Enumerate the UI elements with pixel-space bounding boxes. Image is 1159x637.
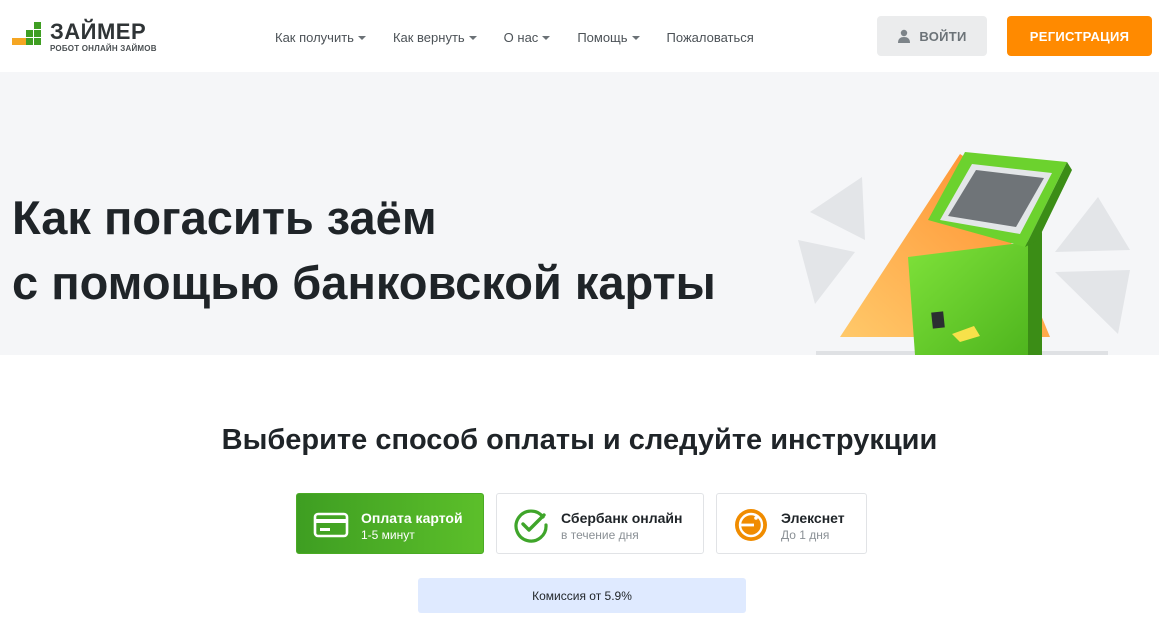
page-title-line-2: с помощью банковской карты [12,256,716,309]
chevron-down-icon [542,35,551,40]
payment-method-sberbank[interactable]: Сбербанк онлайн в течение дня [496,493,704,554]
logo[interactable]: ЗАЙМЕР РОБОТ ОНЛАЙН ЗАЙМОВ [12,20,172,56]
card-slot [931,311,945,329]
nav-item-how-to-get[interactable]: Как получить [275,28,366,46]
payment-method-elecsnet[interactable]: Элекснет До 1 дня [716,493,867,554]
login-button[interactable]: ВОЙТИ [877,16,987,56]
logo-tagline: РОБОТ ОНЛАЙН ЗАЙМОВ [50,44,157,53]
page-title: Как погасить заём с помощью банковской к… [12,185,716,315]
payment-method-title: Сбербанк онлайн [561,510,683,526]
section-heading: Выберите способ оплаты и следуйте инстру… [221,424,938,456]
nav-item-label: О нас [503,29,539,45]
payment-method-card[interactable]: Оплата картой 1-5 минут [296,493,484,554]
decor-triangle-left-bottom [798,240,855,304]
nav-item-label: Помощь [577,29,628,45]
site-header: ЗАЙМЕР РОБОТ ОНЛАЙН ЗАЙМОВ Как получить … [0,0,1159,72]
payment-method-subtitle: в течение дня [561,528,639,542]
chevron-down-icon [468,35,477,40]
register-button[interactable]: РЕГИСТРАЦИЯ [1007,16,1152,56]
payment-method-title: Оплата картой [361,510,463,526]
logo-name: ЗАЙМЕР [50,19,147,44]
commission-note: Комиссия от 5.9% [418,578,746,613]
hero-banner: Как погасить заём с помощью банковской к… [0,72,1159,355]
nav-item-about[interactable]: О нас [504,28,551,46]
decor-triangle-right-bottom [1055,270,1130,334]
chevron-down-icon [357,35,366,40]
sberbank-check-icon [514,509,548,543]
nav-item-label: Как получить [275,29,354,45]
payment-terminal-illustration [798,152,1130,355]
login-button-label: ВОЙТИ [919,28,967,44]
nav-item-help[interactable]: Помощь [577,28,640,46]
terminal-side [1028,232,1042,355]
nav-item-how-to-return[interactable]: Как вернуть [393,28,477,46]
payment-method-subtitle: До 1 дня [781,528,830,542]
main-nav: Как получить Как вернуть О нас Помощь По… [275,28,781,46]
chevron-down-icon [631,35,640,40]
elecsnet-icon [735,509,767,541]
payment-method-title: Элекснет [781,510,845,526]
commission-text: Комиссия от 5.9% [532,588,632,603]
page-title-line-1: Как погасить заём [12,191,437,244]
user-icon [898,29,911,43]
decor-triangle-left-top [810,177,865,240]
card-icon [313,512,349,538]
nav-item-label: Как вернуть [392,29,465,45]
payment-method-subtitle: 1-5 минут [361,528,415,542]
register-button-label: РЕГИСТРАЦИЯ [1029,28,1130,44]
nav-item-complain[interactable]: Пожаловаться [667,28,754,46]
nav-item-label: Пожаловаться [666,29,754,45]
logo-mark-icon [12,22,42,52]
decor-triangle-right-top [1055,197,1130,252]
